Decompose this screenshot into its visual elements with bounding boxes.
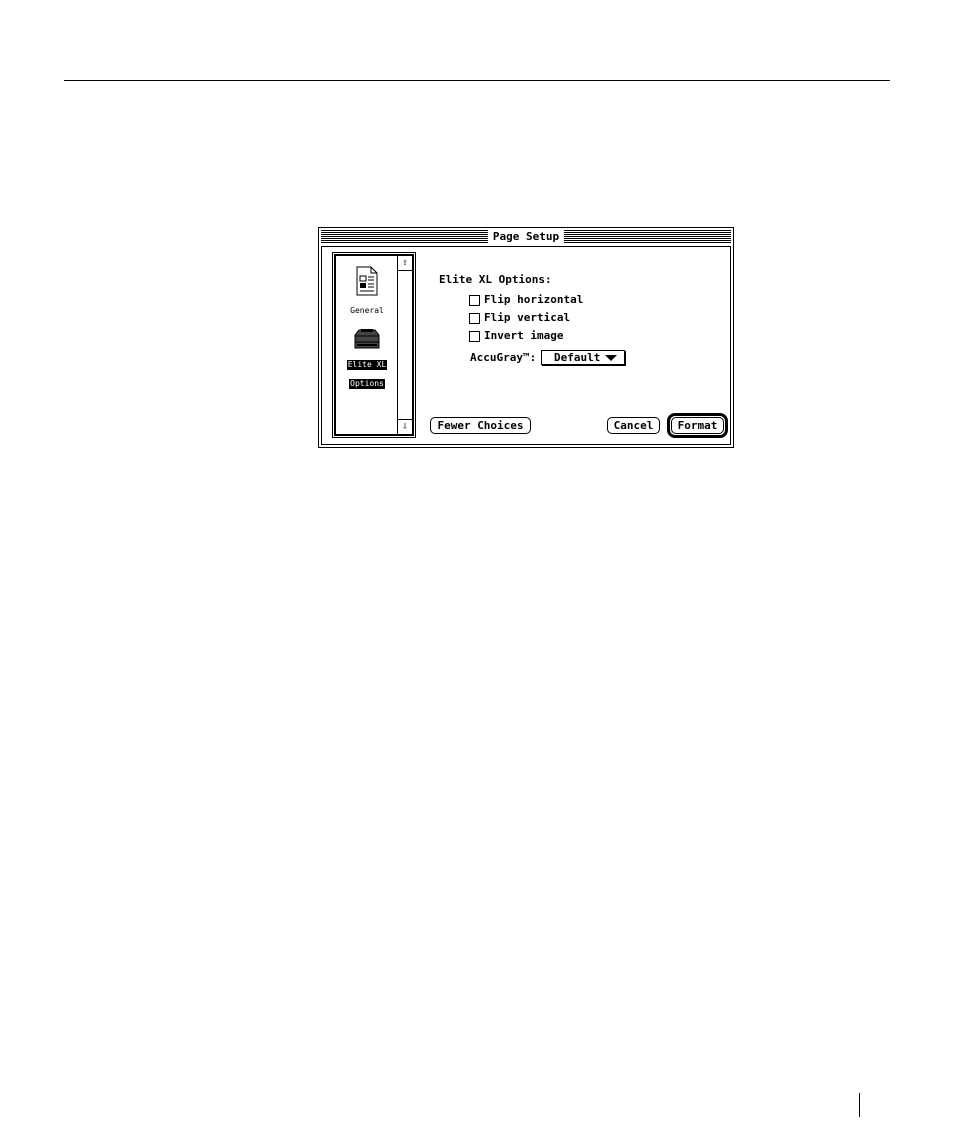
page-margin-mark (859, 1093, 860, 1117)
list-item-elite-label-line2: Options (349, 379, 385, 389)
list-item-general[interactable]: General (336, 266, 398, 317)
dialog-title: Page Setup (487, 230, 565, 244)
top-rule (64, 80, 890, 81)
scroll-up-arrow-icon[interactable]: ⇧ (398, 256, 412, 271)
page-setup-dialog: Page Setup General Elite XL Options ⇧ ⇩ … (318, 227, 734, 448)
list-item-elite-xl-options[interactable]: Elite XL Options (336, 328, 398, 390)
format-button[interactable]: Format (671, 417, 724, 434)
flip-horizontal-checkbox[interactable] (469, 294, 480, 306)
invert-image-option[interactable]: Invert image (469, 329, 563, 343)
list-item-elite-label-line1: Elite XL (346, 360, 388, 370)
flip-vertical-label: Flip vertical (484, 311, 571, 324)
icon-list-scrollbar[interactable]: ⇧ ⇩ (397, 256, 412, 434)
flip-vertical-checkbox[interactable] (469, 312, 480, 324)
triangle-down-icon (605, 355, 617, 361)
cancel-button[interactable]: Cancel (607, 417, 660, 434)
fewer-choices-button[interactable]: Fewer Choices (430, 417, 531, 434)
options-heading: Elite XL Options: (439, 273, 552, 286)
general-document-icon (356, 266, 378, 296)
flip-horizontal-option[interactable]: Flip horizontal (469, 293, 583, 307)
accugray-label: AccuGray™: (470, 351, 537, 364)
list-item-general-label: General (350, 306, 384, 315)
accugray-selected-value: Default (554, 351, 601, 364)
panel-icon-list: General Elite XL Options ⇧ ⇩ (332, 252, 416, 438)
flip-vertical-option[interactable]: Flip vertical (469, 311, 570, 325)
title-bar[interactable]: Page Setup (321, 230, 731, 244)
flip-horizontal-label: Flip horizontal (484, 293, 584, 306)
dialog-body: General Elite XL Options ⇧ ⇩ Elite XL Op… (321, 246, 731, 445)
printer-icon (354, 329, 380, 349)
scroll-down-arrow-icon[interactable]: ⇩ (398, 419, 412, 434)
accugray-popup-menu[interactable]: Default (541, 350, 625, 365)
invert-image-checkbox[interactable] (469, 330, 480, 342)
invert-image-label: Invert image (484, 329, 564, 342)
